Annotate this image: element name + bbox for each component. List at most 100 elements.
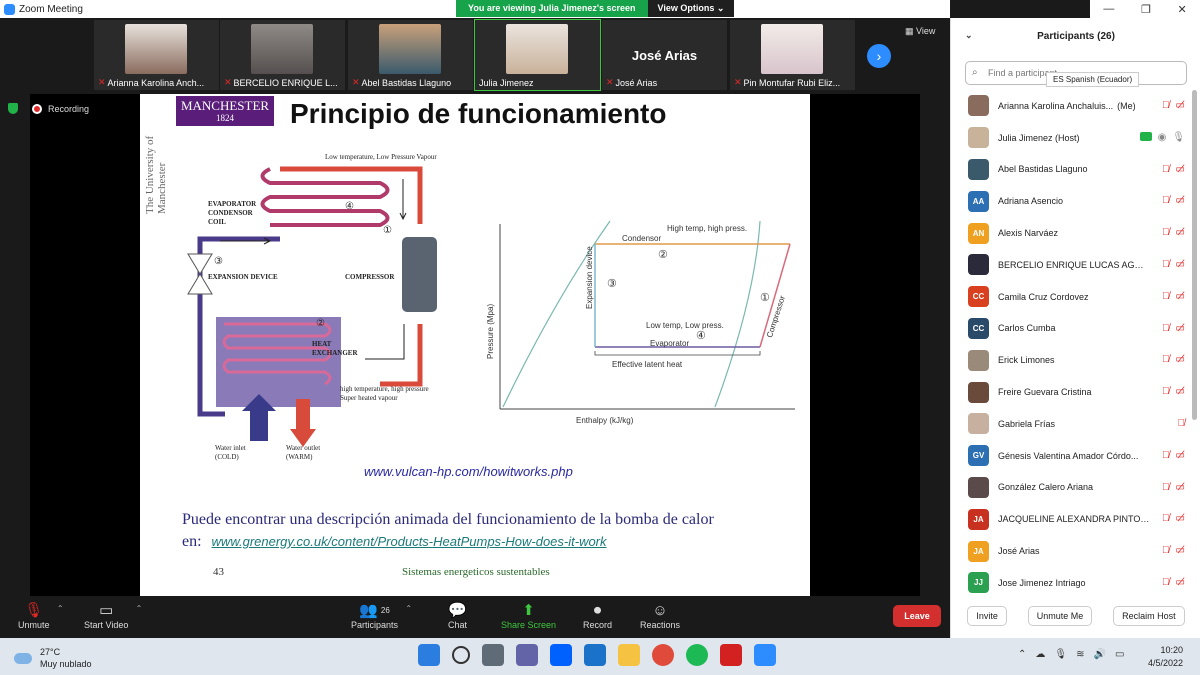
participant-row[interactable]: CC Camila Cruz Cordovez 🎙̸ ▭̸ [951,281,1191,313]
teams-chat-icon[interactable] [516,644,538,666]
chart-evaporator-label: Evaporator [650,339,690,348]
participants-caret-icon[interactable]: ⌃ [405,604,412,613]
video-tile[interactable]: ✕ Pin Montufar Rubi Eliz... [730,20,855,90]
mic-off-icon: 🎙̸ [1162,449,1170,461]
chart-step-2: ② [658,249,668,261]
video-tile-active-speaker[interactable]: Julia Jimenez [474,19,601,91]
participants-icon: 👥 26 [359,602,390,619]
panel-title: Participants (26) [1037,30,1115,42]
participant-row[interactable]: BERCELIO ENRIQUE LUCAS AGUI... 🎙̸ ▭̸ [951,249,1191,281]
windows-start-icon[interactable] [418,644,440,666]
me-suffix: (Me) [1117,100,1136,111]
presentation-slide: MANCHESTER 1824 Principio de funcionamien… [140,94,810,596]
video-tile[interactable]: ✕ Abel Bastidas Llaguno [348,20,473,90]
mic-off-icon: ✕ [606,77,614,87]
reactions-button[interactable]: ☺ Reactions [640,600,680,631]
chrome-icon[interactable] [652,644,674,666]
leave-button[interactable]: Leave [893,605,941,627]
video-off-icon: ▭̸ [1175,100,1185,111]
video-tile[interactable]: ✕ BERCELIO ENRIQUE L... [220,20,345,90]
view-options-button[interactable]: View Options ⌄ [647,0,735,17]
participant-name: Freire Guevara Cristina [998,387,1092,398]
participant-list-scrollbar[interactable] [1192,90,1197,420]
share-screen-button[interactable]: ⬆ Share Screen [501,600,556,630]
participant-name: BERCELIO ENRIQUE LUCAS AGUI... [998,259,1150,270]
participants-button[interactable]: 👥 26 Participants ⌃ [351,600,412,630]
record-button[interactable]: ⏺ Record [583,600,612,631]
university-name: The University of Manchester [144,135,168,214]
video-options-caret-icon[interactable]: ⌃ [136,604,143,613]
participant-row[interactable]: JJ Jose Jimenez Intriago 🎙̸ ▭̸ [951,567,1191,599]
participant-name: Adriana Asencio [998,196,1064,207]
system-tray: ⌃ ☁ 🎙 ≋ 🔊 ▭ [1018,649,1124,660]
weather-widget[interactable]: 27°C Muy nublado [14,646,92,670]
video-off-icon: ▭̸ [1175,258,1185,270]
participant-row[interactable]: AN Alexis Narváez 🎙̸ ▭̸ [951,217,1191,249]
participant-row[interactable]: Arianna Karolina Anchaluis... (Me) 🎙̸ ▭̸ [951,90,1191,122]
grenergy-link[interactable]: www.grenergy.co.uk/content/Products-Heat… [212,534,607,549]
mail-icon[interactable] [584,644,606,666]
participant-row[interactable]: Abel Bastidas Llaguno 🎙̸ ▭̸ [951,154,1191,186]
spotify-icon[interactable] [686,644,708,666]
acrobat-icon[interactable] [720,644,742,666]
reclaim-host-button[interactable]: Reclaim Host [1113,606,1185,626]
close-button[interactable]: ✕ [1177,3,1186,16]
video-tile[interactable]: ✕ Arianna Karolina Anch... [94,20,219,90]
show-hidden-icons-icon[interactable]: ⌃ [1018,649,1026,660]
participant-row[interactable]: Julia Jimenez (Host) ◉ 🎙 [951,122,1191,154]
taskbar-clock[interactable]: 10:20 4/5/2022 [1148,644,1183,670]
wifi-icon[interactable]: ≋ [1076,649,1084,660]
participant-row[interactable]: Gabriela Frías 🎙̸ [951,408,1191,440]
video-tile[interactable]: José Arias ✕ José Arias [602,20,727,90]
participant-row[interactable]: JA JACQUELINE ALEXANDRA PINTO RO... 🎙̸ ▭̸ [951,503,1191,535]
mic-off-icon: 🎙̸ [1162,386,1170,398]
collapse-chevron-icon[interactable]: ⌄ [965,30,973,41]
mic-off-icon: 🎙̸ [1177,417,1186,429]
weather-text: 27°C Muy nublado [40,646,92,670]
battery-icon[interactable]: ▭ [1115,649,1124,660]
tile-name-text: Arianna Karolina Anch... [107,77,205,88]
chat-button[interactable]: 💬 Chat [448,600,467,630]
participant-row[interactable]: GV Génesis Valentina Amador Córdo... 🎙̸ ▭… [951,440,1191,472]
participant-row[interactable]: AA Adriana Asencio 🎙̸ ▭̸ [951,185,1191,217]
weather-condition: Muy nublado [40,659,92,669]
next-page-arrow-icon[interactable]: › [867,44,891,68]
view-button[interactable]: ▦ View [905,26,935,37]
share-screen-icon: ⬆ [522,602,535,619]
volume-icon[interactable]: 🔊 [1093,649,1105,660]
dropbox-icon[interactable] [550,644,572,666]
temperature: 27°C [40,647,61,657]
participant-name: Arianna Karolina Anchaluis... [998,100,1114,111]
participant-row[interactable]: Erick Limones 🎙̸ ▭̸ [951,344,1191,376]
high-temp-label: high temperature, high pressure [340,385,429,393]
participant-row[interactable]: González Calero Ariana 🎙̸ ▭̸ [951,472,1191,504]
water-inlet-label: Water inlet [215,444,246,452]
minimize-button[interactable]: — [1103,3,1114,15]
unmute-button[interactable]: 🎙 Unmute ⌃ [18,600,64,630]
start-video-button[interactable]: ▭ Start Video ⌃ [84,600,142,630]
pressure-enthalpy-chart [499,220,795,410]
participant-row[interactable]: CC Carlos Cumba 🎙̸ ▭̸ [951,313,1191,345]
task-view-icon[interactable] [482,644,504,666]
avatar [968,381,989,403]
security-shield-icon[interactable] [8,103,18,114]
audio-options-caret-icon[interactable]: ⌃ [57,604,64,613]
tile-name-text: BERCELIO ENRIQUE L... [233,77,338,88]
vulcan-link[interactable]: www.vulcan-hp.com/howitworks.php [364,464,573,479]
maximize-button[interactable]: ❐ [1141,3,1151,16]
invite-button[interactable]: Invite [967,606,1007,626]
microphone-tray-icon[interactable]: 🎙 [1054,649,1067,660]
panel-footer-buttons: Invite Unmute Me Reclaim Host [951,606,1200,626]
onedrive-icon[interactable]: ☁ [1035,649,1045,660]
file-explorer-icon[interactable] [618,644,640,666]
window-title: Zoom Meeting [19,3,83,15]
participant-name: Abel Bastidas Llaguno [998,164,1088,175]
taskbar-search-icon[interactable] [452,646,470,664]
cloud-icon [14,652,32,664]
zoom-taskbar-icon[interactable] [754,644,776,666]
participant-row[interactable]: Freire Guevara Cristina 🎙̸ ▭̸ [951,376,1191,408]
unmute-me-button[interactable]: Unmute Me [1027,606,1093,626]
recording-status-icon: ◉ [1157,131,1167,143]
participant-row[interactable]: JA José Arias 🎙̸ ▭̸ [951,535,1191,567]
slide-page-number: 43 [213,566,224,578]
